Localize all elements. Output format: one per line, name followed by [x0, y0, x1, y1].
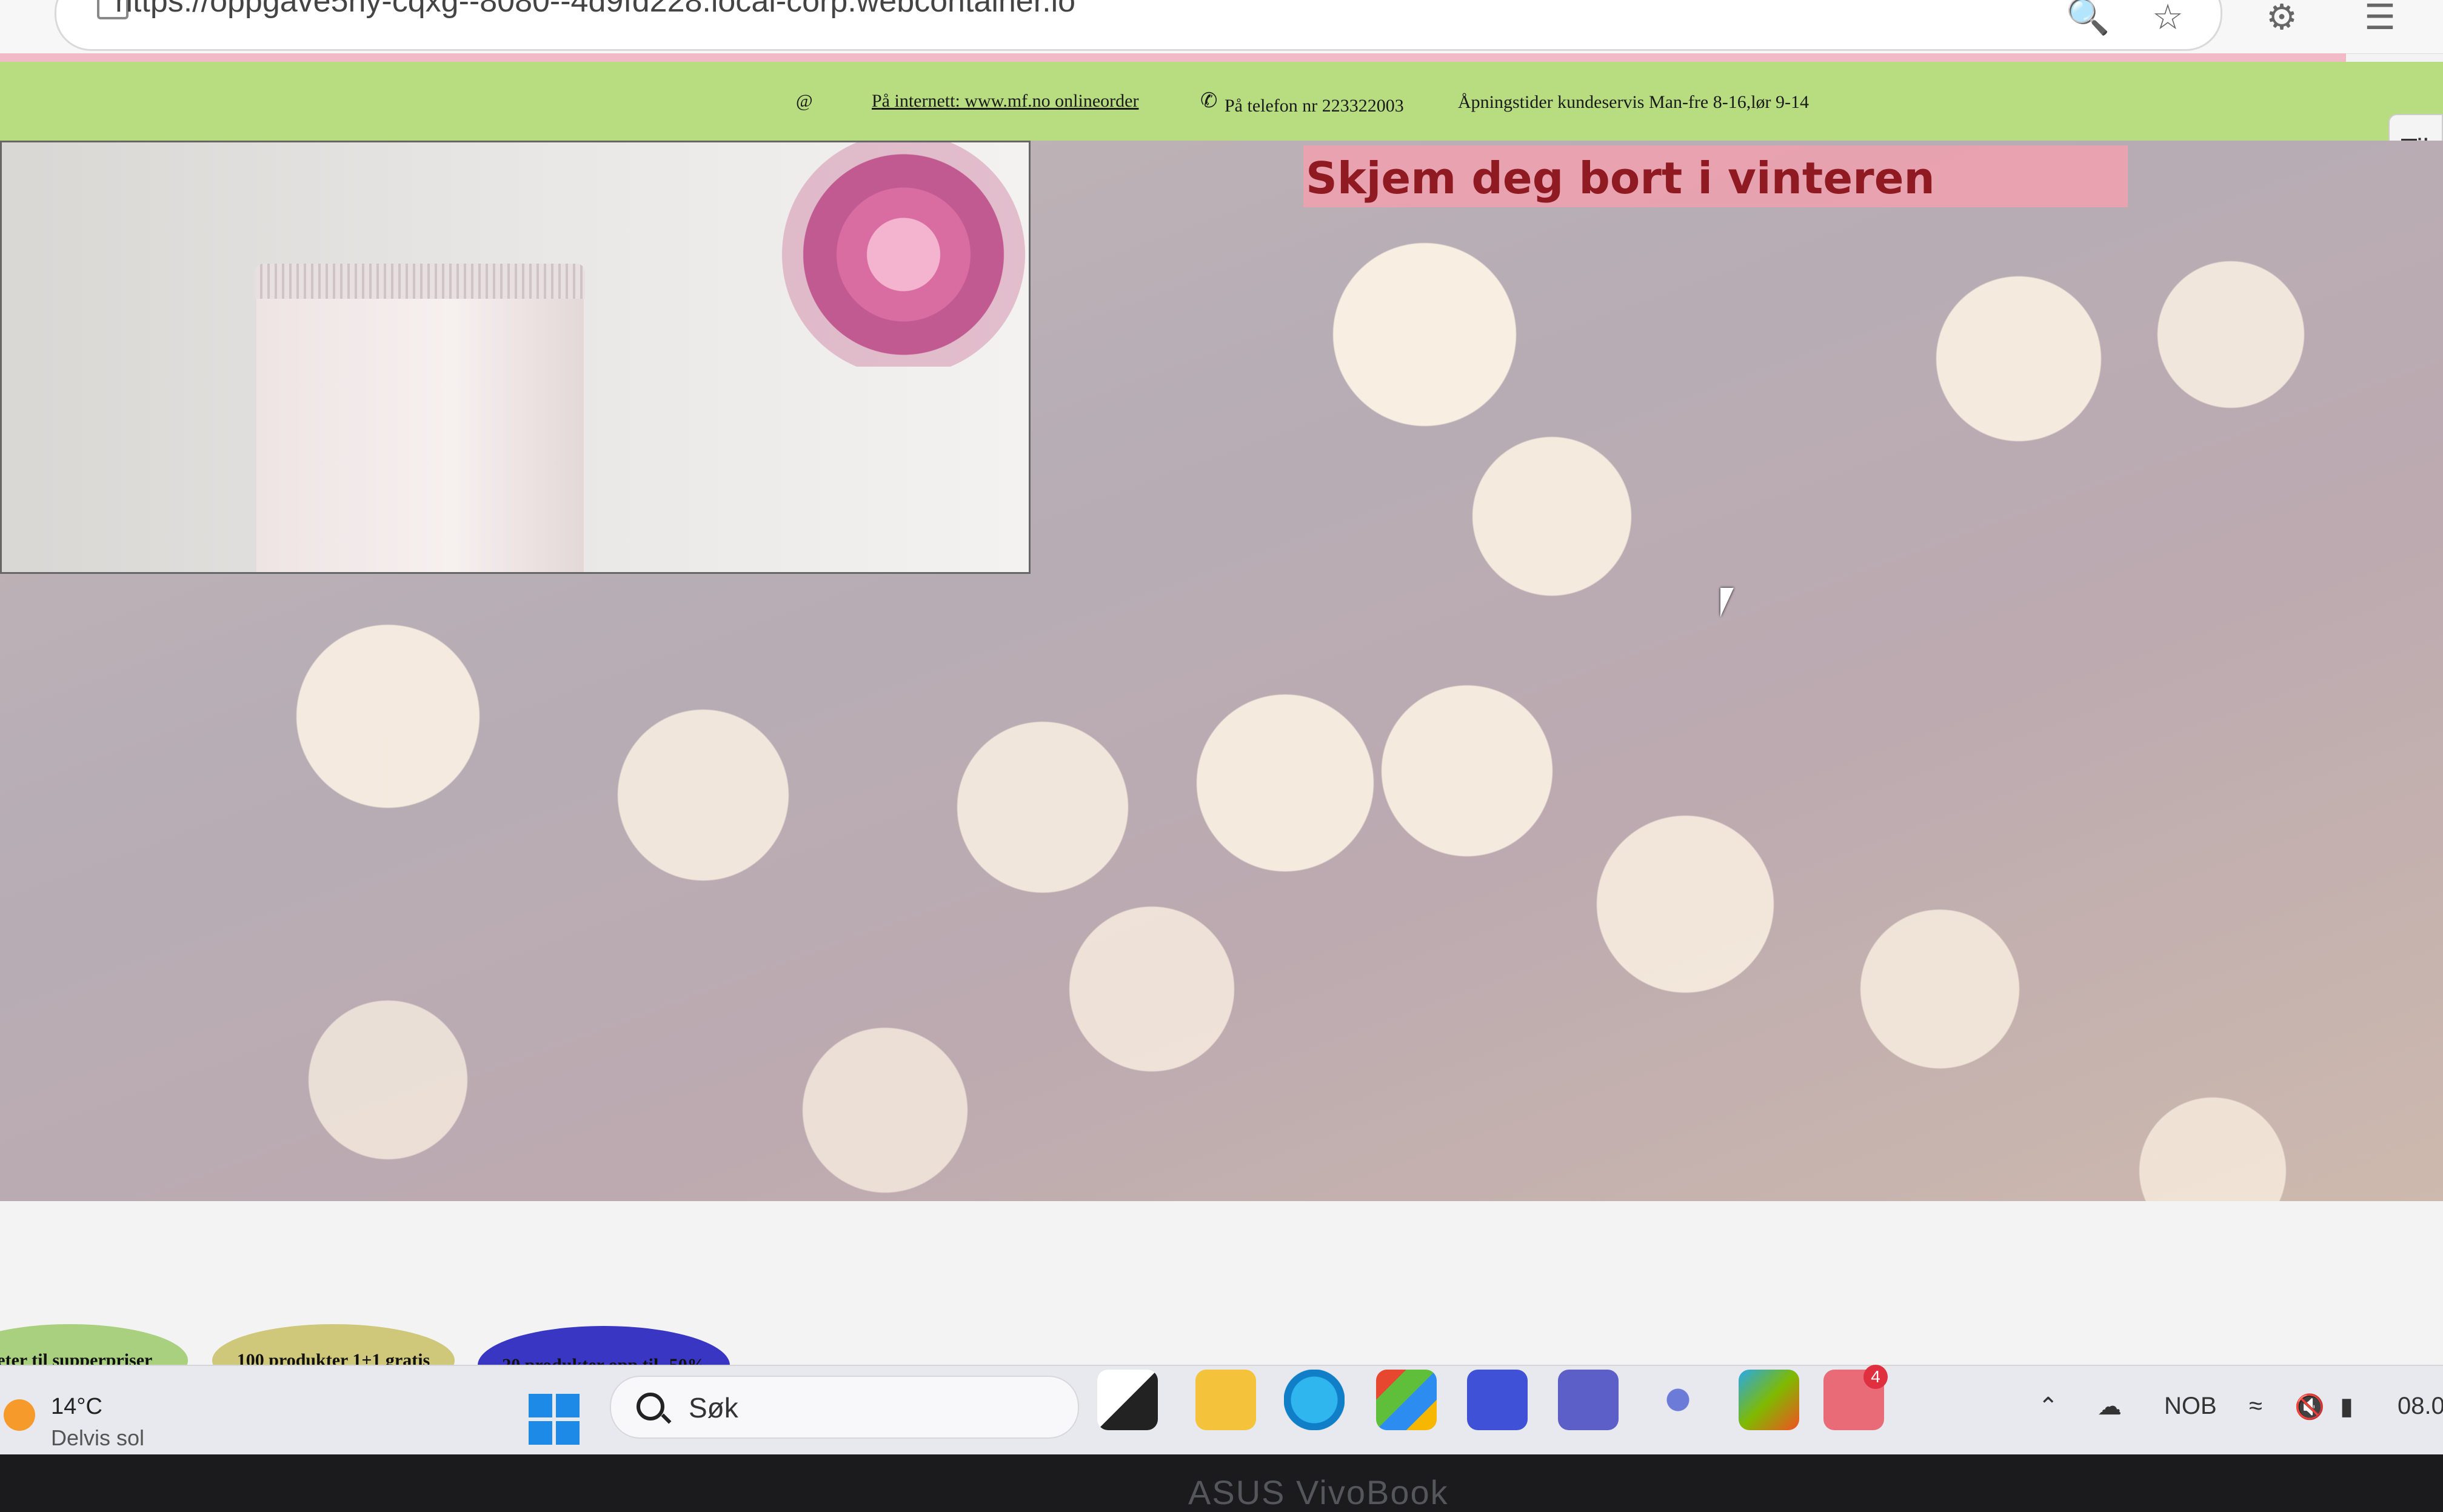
phone-icon: ✆ [1200, 90, 1218, 112]
snipping-tool-icon[interactable] [1648, 1370, 1708, 1430]
product-image [0, 141, 1031, 574]
volume-muted-icon[interactable]: 🔇 [2294, 1393, 2325, 1421]
microsoft-store-icon[interactable] [1376, 1370, 1437, 1430]
teams-icon[interactable] [1558, 1370, 1619, 1430]
browser-toolbar: https://oppgave5ny-cqxg--8080--4d9fd228.… [0, 0, 2443, 54]
weather-temperature[interactable]: 14°C [51, 1394, 102, 1420]
phone-text: På telefon nr 223322003 [1225, 96, 1404, 116]
weather-icon[interactable] [4, 1399, 35, 1431]
hero-title-text: Skjem deg bort i vinteren [1306, 153, 1935, 204]
cream-tube-cap [255, 264, 585, 299]
extensions-icon[interactable]: ⚙ [2266, 0, 2298, 38]
online-order-link[interactable]: På internett: www.mf.no onlineorder [872, 91, 1138, 112]
peony-flower-image [754, 142, 1026, 367]
laptop-brand-logo: ASUS VivoBook [1188, 1473, 1449, 1511]
edge-browser-icon[interactable] [1284, 1370, 1345, 1430]
hero-title: Skjem deg bort i vinteren [1303, 145, 2128, 207]
url-text[interactable]: https://oppgave5ny-cqxg--8080--4d9fd228.… [115, 0, 1075, 19]
discord-icon[interactable]: 4 [1823, 1365, 1888, 1430]
discord-notification-badge: 4 [1863, 1365, 1888, 1389]
m365-icon[interactable] [1739, 1370, 1799, 1430]
task-view-icon[interactable] [1097, 1370, 1158, 1430]
mouse-pointer-icon [1720, 588, 1734, 617]
clock[interactable]: 08.0 [2398, 1393, 2443, 1420]
onedrive-icon[interactable]: ☁ [2097, 1393, 2122, 1420]
search-icon [637, 1393, 664, 1420]
file-explorer-icon[interactable] [1195, 1370, 1256, 1430]
web-page: @ På internett: www.mf.no onlineorder ✆ … [0, 62, 2443, 1405]
zoom-icon[interactable]: 🔍 [2066, 0, 2110, 38]
app-m-icon[interactable] [1467, 1370, 1528, 1430]
show-hidden-icons-icon[interactable]: ⌃ [2038, 1393, 2059, 1420]
search-placeholder: Søk [689, 1392, 738, 1424]
taskbar: 14°C Delvis sol Søk 4 ⌃ ☁ NOB ≈ 🔇 ▮ 08.0 [0, 1365, 2443, 1454]
opening-hours-text: Åpningstider kundeservis Man-fre 8-16,lø… [1458, 92, 1810, 112]
info-bar: @ På internett: www.mf.no onlineorder ✆ … [0, 62, 2443, 141]
screen: https://oppgave5ny-cqxg--8080--4d9fd228.… [0, 0, 2443, 1454]
cream-tube-image [256, 264, 584, 572]
battery-icon[interactable]: ▮ [2340, 1393, 2353, 1420]
language-indicator[interactable]: NOB [2164, 1393, 2217, 1420]
start-button-icon[interactable] [529, 1394, 580, 1445]
taskbar-search-box[interactable]: Søk [610, 1376, 1079, 1439]
favorites-list-icon[interactable]: ☰ [2364, 0, 2396, 38]
email-icon[interactable]: @ [796, 91, 813, 112]
tab-accent-line [0, 53, 2346, 62]
weather-description[interactable]: Delvis sol [51, 1425, 144, 1451]
wifi-icon[interactable]: ≈ [2249, 1393, 2262, 1420]
favorite-star-icon[interactable]: ☆ [2152, 0, 2184, 38]
